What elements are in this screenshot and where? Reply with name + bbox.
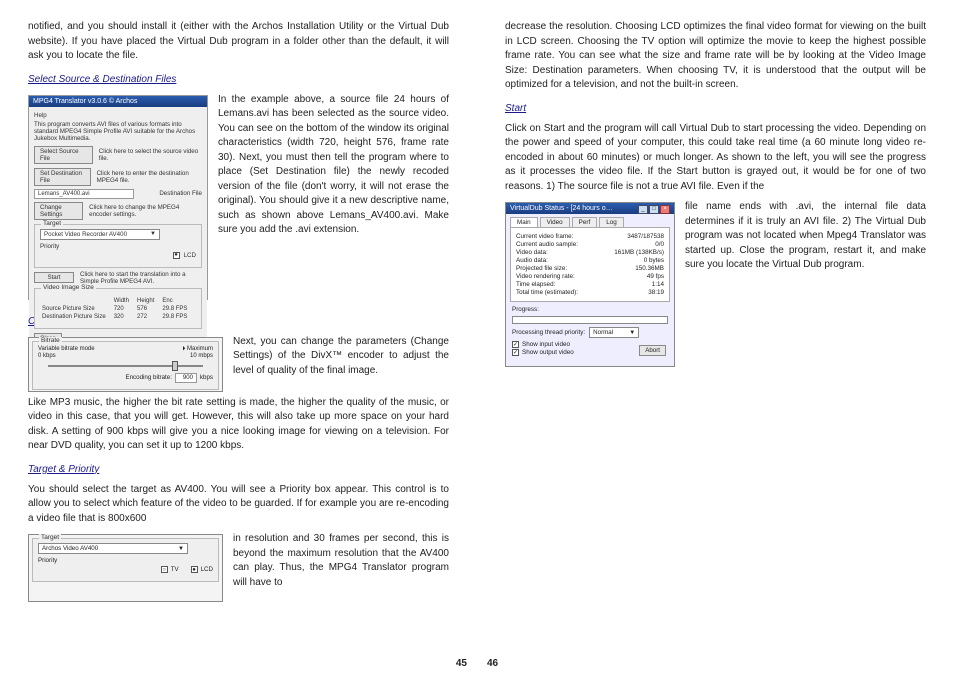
col-width: Width (114, 298, 135, 304)
figure-bitrate: Bitrate Variable bitrate mode ⏵ Maximum … (28, 337, 223, 392)
radio-tv[interactable]: ○ (161, 566, 168, 573)
col-height: Height (137, 298, 160, 304)
p-target-a: You should select the target as AV400. Y… (28, 483, 449, 527)
hint-change-settings: Click here to change the MPEG4 encoder s… (89, 204, 202, 218)
field-bitrate-value[interactable]: 900 (175, 373, 197, 383)
bitrate-slider[interactable] (48, 365, 203, 367)
btn-set-destination[interactable]: Set Destination File (34, 168, 91, 186)
page-left: notified, and you should install it (eit… (0, 0, 477, 675)
bitrate-hi: 10 mbps (190, 353, 213, 359)
btn-change-settings[interactable]: Change Settings (34, 202, 83, 220)
section-vdub: VirtualDub Status - [24 hours o… _ □ × M… (505, 200, 926, 371)
tab-main[interactable]: Main (510, 217, 538, 227)
label-bitrate-unit: kbps (200, 374, 213, 381)
field-destination-file[interactable]: Lemans_AV400.avi (34, 189, 134, 199)
section-target: Target Archos Video AV400 ▼ Priority ○ T… (28, 532, 449, 606)
minimize-icon[interactable]: _ (638, 205, 648, 214)
label-destination-file: Destination File (159, 190, 202, 197)
label-priority2: Priority (38, 557, 213, 564)
group-bitrate-label: Bitrate (39, 337, 62, 344)
group-target2: Target Archos Video AV400 ▼ Priority ○ T… (32, 538, 219, 582)
hint-start: Click here to start the translation into… (80, 271, 202, 285)
checkbox-show-output[interactable]: ✓ (512, 349, 519, 356)
row-source: Source Picture Size (42, 306, 112, 312)
label-progress: Progress: (512, 306, 668, 313)
figure-mpg4-translator: MPG4 Translator v3.0.6 © Archos Help Thi… (28, 95, 208, 300)
select-target-value: Pocket Video Recorder AV400 (44, 231, 127, 238)
section-mpg4: MPG4 Translator v3.0.6 © Archos Help Thi… (28, 93, 449, 306)
progress-bar (512, 316, 668, 324)
heading-start: Start (505, 103, 926, 114)
vis-table: Width Height Enc Source Picture Size 720… (40, 296, 195, 322)
intro-paragraph: notified, and you should install it (eit… (28, 20, 449, 64)
slider-thumb[interactable] (172, 361, 178, 371)
radio-lcd[interactable]: ● (173, 252, 180, 259)
btn-abort[interactable]: Abort (639, 345, 666, 356)
figure-target: Target Archos Video AV400 ▼ Priority ○ T… (28, 534, 223, 602)
vdub-body: Current video frame:3487/187538 Current … (510, 227, 670, 302)
btn-select-source[interactable]: Select Source File (34, 146, 93, 164)
maximize-icon[interactable]: □ (649, 205, 659, 214)
chevron-down-icon: ▼ (178, 546, 184, 552)
group-vis-label: Video Image Size (41, 284, 96, 291)
heading-target-priority: Target & Priority (28, 464, 449, 475)
group-target-label: Target (41, 220, 63, 227)
mpg4-titlebar: MPG4 Translator v3.0.6 © Archos (29, 96, 207, 107)
close-icon[interactable]: × (660, 205, 670, 214)
chevron-down-icon: ▼ (629, 330, 635, 336)
p-right-2: Click on Start and the program will call… (505, 122, 926, 195)
hint-select-source: Click here to select the source video fi… (99, 148, 202, 162)
col-enc: Enc (162, 298, 193, 304)
group-video-image-size: Video Image Size Width Height Enc Source… (34, 288, 202, 329)
tab-perf[interactable]: Perf (572, 217, 598, 227)
label-lcd2: LCD (201, 566, 213, 573)
checkbox-show-input[interactable]: ✓ (512, 341, 519, 348)
select-target[interactable]: Pocket Video Recorder AV400 ▼ (40, 229, 160, 240)
page-right: decrease the resolution. Choosing LCD op… (477, 0, 954, 675)
group-target2-label: Target (39, 534, 61, 541)
page-number-left: 45 (456, 658, 467, 669)
label-lcd: LCD (184, 252, 196, 259)
select-target2[interactable]: Archos Video AV400 ▼ (38, 543, 188, 554)
hint-set-destination: Click here to enter the destination MPEG… (97, 170, 202, 184)
row-dest: Destination Picture Size (42, 314, 112, 320)
select-target2-value: Archos Video AV400 (42, 545, 98, 552)
figure-virtualdub-status: VirtualDub Status - [24 hours o… _ □ × M… (505, 202, 675, 367)
radio-lcd2[interactable]: ● (191, 566, 198, 573)
select-priority[interactable]: Normal▼ (589, 327, 639, 338)
label-thread-priority: Processing thread priority: (512, 329, 585, 336)
group-bitrate: Bitrate Variable bitrate mode ⏵ Maximum … (32, 341, 219, 390)
p-right-1: decrease the resolution. Choosing LCD op… (505, 20, 926, 93)
vdub-tabs: Main Video Perf Log (506, 214, 674, 227)
p-change-settings-b: Like MP3 music, the higher the bit rate … (28, 396, 449, 454)
label-tv: TV (171, 566, 179, 573)
mpg4-title: MPG4 Translator v3.0.6 © Archos (33, 98, 137, 105)
vdub-titlebar: VirtualDub Status - [24 hours o… _ □ × (506, 203, 674, 214)
section-bitrate: Bitrate Variable bitrate mode ⏵ Maximum … (28, 335, 449, 396)
tab-video[interactable]: Video (540, 217, 570, 227)
label-encoding-bitrate: Encoding bitrate: (125, 374, 171, 381)
group-target: Target Pocket Video Recorder AV400 ▼ Pri… (34, 224, 202, 268)
vdub-title: VirtualDub Status - [24 hours o… (510, 205, 613, 212)
menu-help[interactable]: Help (34, 112, 202, 119)
tab-log[interactable]: Log (599, 217, 624, 227)
bitrate-max: ⏵ Maximum (182, 346, 213, 353)
btn-start[interactable]: Start (34, 272, 74, 283)
page-number-right: 46 (487, 658, 498, 669)
heading-select-source: Select Source & Destination Files (28, 74, 449, 85)
chevron-down-icon: ▼ (150, 231, 156, 237)
bitrate-mode: Variable bitrate mode (38, 346, 95, 353)
mpg4-desc: This program converts AVI files of vario… (34, 121, 202, 142)
label-priority: Priority (40, 243, 59, 250)
bitrate-lo: 0 kbps (38, 353, 56, 359)
